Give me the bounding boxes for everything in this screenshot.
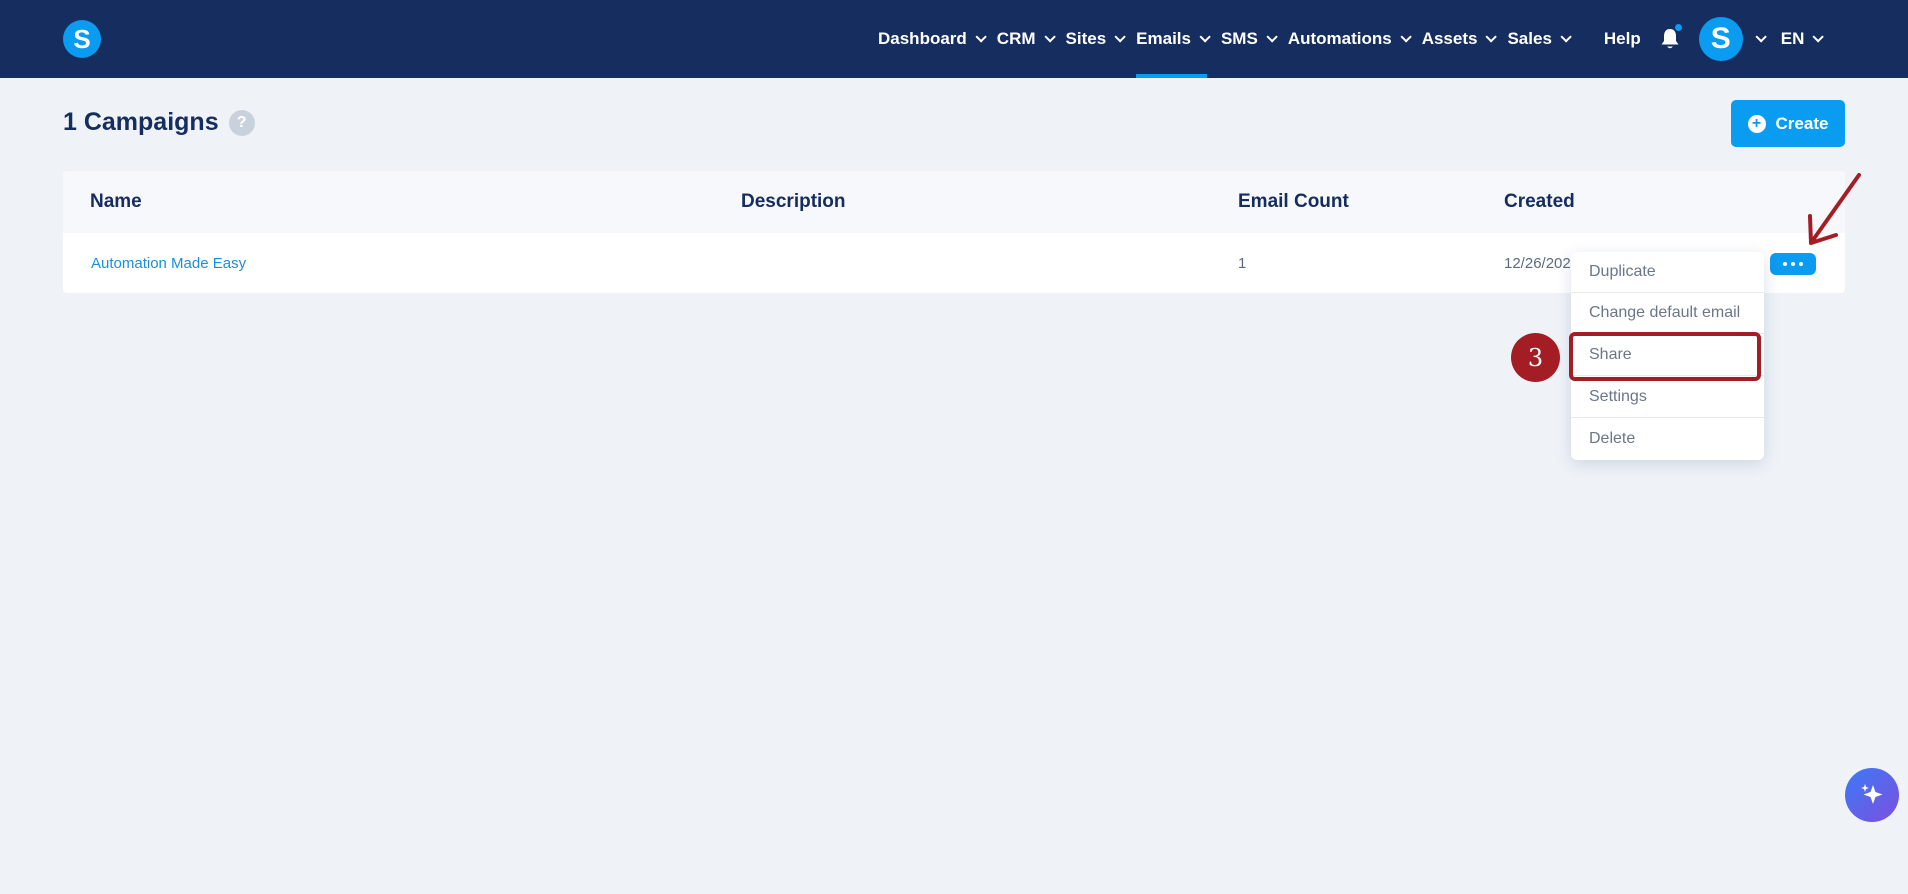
ai-assistant-button[interactable]	[1845, 768, 1899, 822]
help-icon-glyph: ?	[236, 113, 247, 131]
chevron-down-icon	[1560, 31, 1572, 43]
help-link[interactable]: Help	[1604, 0, 1641, 78]
nav-label: Sites	[1065, 29, 1107, 48]
step-badge: 3	[1511, 333, 1560, 382]
more-dot	[1783, 262, 1787, 266]
more-dot	[1799, 262, 1803, 266]
notification-dot	[1673, 23, 1683, 32]
nav-item-sites[interactable]: Sites	[1065, 0, 1126, 78]
main-nav: Dashboard CRM Sites Emails SMS Automatio…	[878, 0, 1834, 78]
nav-item-crm[interactable]: CRM	[996, 0, 1056, 78]
language-label: EN	[1780, 29, 1805, 48]
nav-item-dashboard[interactable]: Dashboard	[878, 0, 987, 78]
menu-item-settings[interactable]: Settings	[1571, 377, 1764, 418]
help-label: Help	[1603, 29, 1641, 48]
highlight-box	[1569, 332, 1761, 381]
help-icon[interactable]: ?	[228, 109, 255, 136]
avatar-letter: S	[1710, 22, 1731, 55]
row-actions-button[interactable]	[1770, 253, 1816, 275]
column-header-email-count[interactable]: Email Count	[1238, 191, 1349, 213]
top-navbar: S Dashboard CRM Sites Emails SMS Automat…	[0, 0, 1908, 78]
nav-label: Automations	[1287, 29, 1392, 48]
create-button[interactable]: + Create	[1731, 100, 1845, 147]
avatar[interactable]: S	[1698, 17, 1743, 61]
chevron-down-icon	[1485, 31, 1498, 43]
nav-label: Emails	[1136, 29, 1191, 48]
nav-item-sms[interactable]: SMS	[1220, 0, 1278, 78]
page-title-text: 1 Campaigns	[63, 108, 219, 136]
page-title: 1 Campaigns ?	[63, 108, 255, 137]
nav-label: Assets	[1421, 29, 1478, 48]
plus-circle-icon: +	[1747, 114, 1766, 133]
language-selector[interactable]: EN	[1780, 0, 1825, 78]
nav-item-sales[interactable]: Sales	[1507, 0, 1572, 78]
nav-item-emails[interactable]: Emails	[1136, 0, 1211, 78]
create-button-label: Create	[1775, 113, 1829, 133]
menu-item-delete[interactable]: Delete	[1571, 418, 1764, 459]
campaign-email-count: 1	[1238, 255, 1247, 272]
menu-item-change-default-email[interactable]: Change default email	[1571, 293, 1764, 334]
chevron-down-icon	[1812, 31, 1825, 43]
chevron-down-icon	[1199, 31, 1211, 43]
table-header: Name Description Email Count Created	[63, 171, 1845, 233]
chevron-down-icon	[1400, 31, 1412, 43]
more-dot	[1791, 262, 1795, 266]
nav-label: SMS	[1220, 29, 1258, 48]
chevron-down-icon	[975, 31, 987, 43]
step-number: 3	[1527, 343, 1544, 372]
annotation-arrow-icon	[1808, 173, 1861, 245]
column-header-created[interactable]: Created	[1504, 191, 1575, 213]
nav-label: CRM	[996, 29, 1036, 48]
chevron-down-icon[interactable]	[1755, 31, 1767, 43]
menu-item-duplicate[interactable]: Duplicate	[1571, 252, 1764, 293]
campaign-created: 12/26/202	[1504, 255, 1571, 272]
nav-item-automations[interactable]: Automations	[1287, 0, 1412, 78]
chevron-down-icon	[1266, 31, 1278, 43]
chevron-down-icon	[1043, 31, 1056, 43]
nav-label: Sales	[1507, 29, 1552, 48]
column-header-description[interactable]: Description	[741, 191, 846, 213]
logo-letter: S	[73, 23, 91, 54]
campaign-name-link[interactable]: Automation Made Easy	[91, 255, 246, 272]
logo[interactable]: S	[63, 20, 101, 58]
sparkle-icon	[1861, 784, 1883, 804]
nav-item-assets[interactable]: Assets	[1421, 0, 1498, 78]
chevron-down-icon	[1114, 31, 1126, 43]
notifications-button[interactable]	[1659, 0, 1683, 78]
column-header-name[interactable]: Name	[90, 191, 142, 213]
nav-label: Dashboard	[878, 29, 967, 48]
